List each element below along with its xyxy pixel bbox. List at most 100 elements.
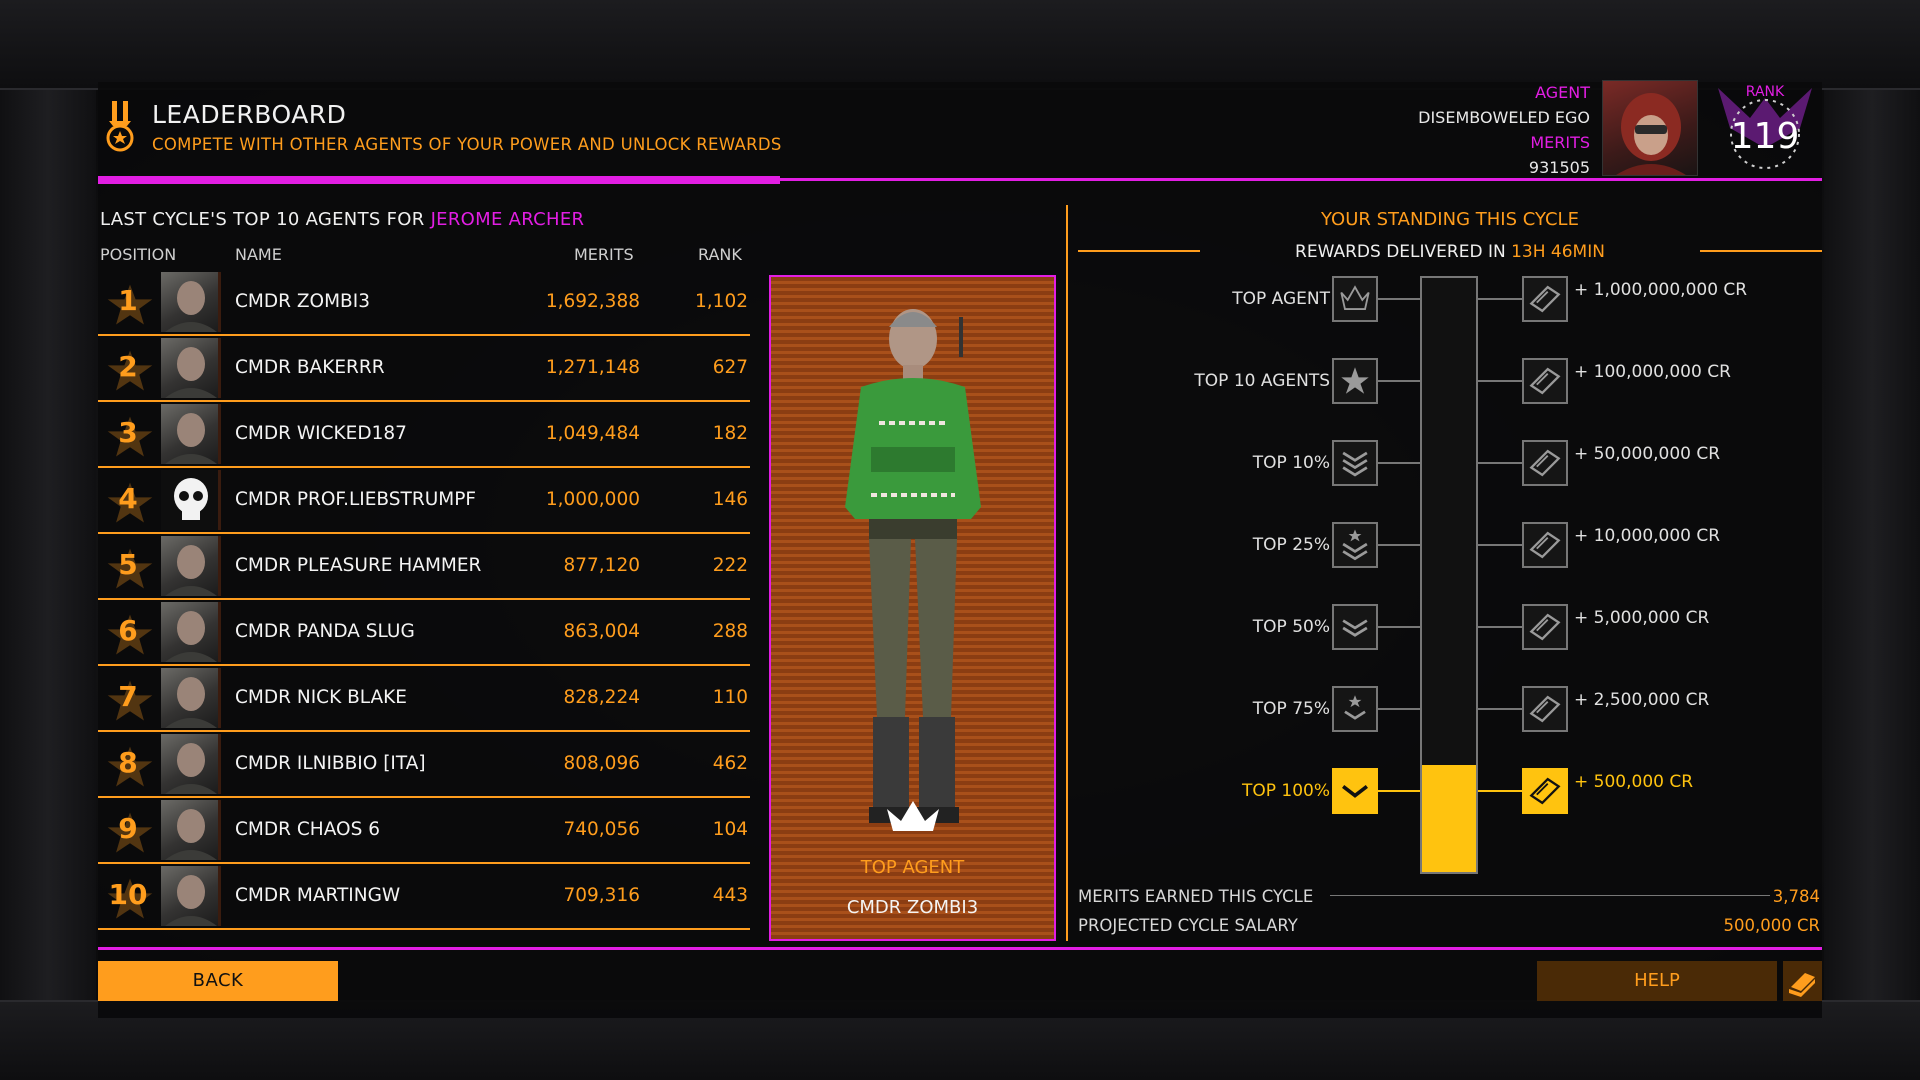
table-row[interactable]: 3 CMDR WICKED187 1,049,484 182 (98, 402, 750, 468)
commander-figure (845, 309, 981, 823)
commander-name: CMDR CHAOS 6 (235, 819, 380, 840)
header-divider-accent (98, 176, 780, 184)
banknote-icon (1529, 613, 1561, 641)
agent-portrait (1602, 80, 1698, 176)
position-number: 9 (118, 812, 138, 845)
rewards-delivered: REWARDS DELIVERED IN 13H 46MIN (1295, 242, 1605, 262)
table-row[interactable]: 8 CMDR ILNIBBIO [ITA] 808,096 462 (98, 732, 750, 798)
commander-rank: 462 (712, 753, 748, 774)
commander-portrait-icon (165, 743, 217, 794)
tier-connector (1378, 626, 1420, 628)
cockpit-left-pillar (0, 90, 96, 1000)
codex-button[interactable] (1783, 961, 1822, 1001)
salary-label: PROJECTED CYCLE SALARY (1078, 916, 1298, 935)
credits-icon (1522, 768, 1568, 814)
salary-value: 500,000 CR (1723, 916, 1820, 935)
crown-icon (1340, 285, 1370, 310)
rank-label: RANK (1746, 84, 1785, 100)
commander-portrait-icon (165, 809, 217, 860)
standing-progress-fill (1422, 765, 1476, 872)
table-row[interactable]: 2 CMDR BAKERRR 1,271,148 627 (98, 336, 750, 402)
commander-merits: 877,120 (563, 555, 640, 576)
banknote-icon (1529, 367, 1561, 395)
back-button[interactable]: BACK (98, 961, 338, 1001)
crown-icon (887, 801, 939, 831)
position-badge: 9 (100, 798, 156, 862)
table-row[interactable]: 7 CMDR NICK BLAKE 828,224 110 (98, 666, 750, 732)
position-badge: 10 (100, 864, 156, 928)
tier-connector (1378, 544, 1420, 546)
commander-portrait-icon (165, 413, 217, 464)
top-agent-card[interactable]: TOP AGENT CMDR ZOMBI3 (769, 275, 1056, 941)
tier-connector (1478, 708, 1522, 710)
commander-rank: 110 (712, 687, 748, 708)
position-badge: 3 (100, 402, 156, 466)
standing-rule-right (1700, 250, 1822, 252)
banknote-icon (1529, 531, 1561, 559)
credits-icon (1522, 604, 1568, 650)
avatar (161, 338, 221, 398)
table-row[interactable]: 1 CMDR ZOMBI3 1,692,388 1,102 (98, 270, 750, 336)
position-badge: 6 (100, 600, 156, 664)
salary-row: PROJECTED CYCLE SALARY 500,000 CR (1078, 916, 1820, 935)
tier-reward: + 2,500,000 CR (1574, 690, 1710, 710)
position-badge: 4 (100, 468, 156, 532)
merits-earned-label: MERITS EARNED THIS CYCLE (1078, 887, 1314, 906)
helmet-portrait-icon (1616, 93, 1686, 175)
tier-label: TOP 50% (1252, 617, 1330, 637)
tier-connector (1378, 462, 1420, 464)
book-icon (1789, 973, 1815, 997)
commander-name: CMDR MARTINGW (235, 885, 401, 906)
tier-connector (1378, 380, 1420, 382)
help-button[interactable]: HELP (1537, 961, 1777, 1001)
double-chevron-icon (1342, 619, 1368, 637)
table-row[interactable]: 6 CMDR PANDA SLUG 863,004 288 (98, 600, 750, 666)
tier-connector (1478, 298, 1522, 300)
commander-rank: 146 (712, 489, 748, 510)
chevron-icon (1342, 784, 1368, 798)
tier-label: TOP 100% (1241, 781, 1330, 801)
avatar (161, 272, 221, 332)
tier-reward: + 50,000,000 CR (1574, 444, 1721, 464)
top-agent-tag: TOP AGENT (860, 857, 965, 878)
position-number: 6 (118, 614, 138, 647)
commander-merits: 1,049,484 (545, 423, 640, 444)
tier-reward: + 1,000,000,000 CR (1574, 280, 1748, 300)
tier-reward: + 100,000,000 CR (1574, 362, 1731, 382)
rank-badge: RANK 119 (1718, 84, 1812, 169)
avatar (161, 668, 221, 728)
col-position: POSITION (100, 245, 177, 264)
position-number: 3 (118, 416, 138, 449)
table-row[interactable]: 10 CMDR MARTINGW 709,316 443 (98, 864, 750, 930)
position-number: 7 (118, 680, 138, 713)
tier-connector (1478, 626, 1522, 628)
tier-reward: + 5,000,000 CR (1574, 608, 1710, 628)
banknote-icon (1529, 695, 1561, 723)
position-number: 2 (118, 350, 138, 383)
footer-divider (98, 947, 1822, 950)
credits-icon (1522, 358, 1568, 404)
table-row[interactable]: 4 CMDR PROF.LIEBSTRUMPF 1,000,000 146 (98, 468, 750, 534)
commander-rank: 104 (712, 819, 748, 840)
commander-portrait-icon (165, 281, 217, 332)
triple-chevron-icon (1342, 451, 1368, 477)
commander-portrait-icon (165, 545, 217, 596)
commander-portrait-icon (165, 677, 217, 728)
standing-progress-bar (1420, 276, 1478, 874)
commander-merits: 1,000,000 (545, 489, 640, 510)
merits-value: 931505 (1528, 158, 1590, 177)
agent-info: AGENT DISEMBOWELED EGO MERITS 931505 (1418, 80, 1590, 180)
star-icon (1341, 367, 1369, 394)
skull-icon (174, 478, 208, 520)
tier-badge (1332, 768, 1378, 814)
commander-merits: 1,692,388 (545, 291, 640, 312)
position-badge: 7 (100, 666, 156, 730)
banknote-icon (1529, 449, 1561, 477)
table-row[interactable]: 5 CMDR PLEASURE HAMMER 877,120 222 (98, 534, 750, 600)
table-row[interactable]: 9 CMDR CHAOS 6 740,056 104 (98, 798, 750, 864)
commander-name: CMDR NICK BLAKE (235, 687, 407, 708)
tier-reward: + 10,000,000 CR (1574, 526, 1721, 546)
tier-badge (1332, 686, 1378, 732)
credits-icon (1522, 522, 1568, 568)
credits-icon (1522, 686, 1568, 732)
